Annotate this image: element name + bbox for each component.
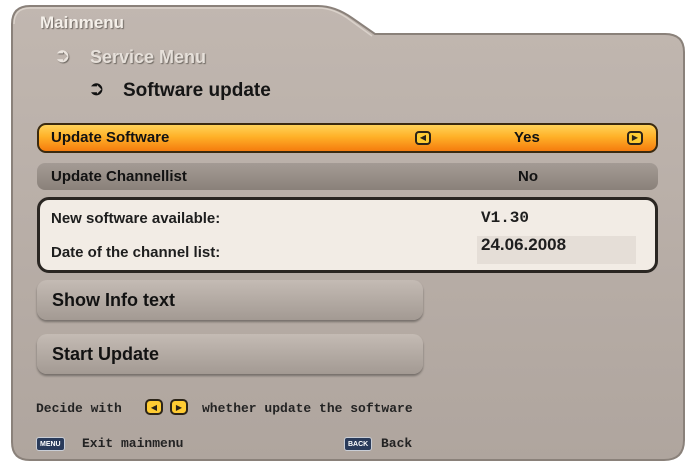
breadcrumb-mainmenu: Mainmenu [40,13,125,32]
hint-prefix: Decide with [36,401,122,416]
back-label: Back [381,436,413,451]
left-arrow-key-icon[interactable]: ◀ [415,131,431,145]
show-info-label: Show Info text [52,289,175,310]
software-version: V1.30 [481,209,530,227]
software-label: New software available: [51,210,221,227]
start-update-button[interactable]: Start Update [37,334,423,374]
right-arrow-key-icon: ▶ [170,399,188,415]
return-arrow-icon: ➲ [88,78,105,100]
show-info-button[interactable]: Show Info text [37,280,423,320]
back-key-icon[interactable]: BACK [344,437,373,451]
hint-suffix: whether update the software [202,401,413,416]
option-value: Yes [514,129,540,146]
left-arrow-key-icon: ◀ [145,399,163,415]
start-update-label: Start Update [52,343,160,364]
date-value: 24.06.2008 [481,235,567,254]
date-label: Date of the channel list: [51,244,221,261]
option-label: Update Software [51,129,170,146]
page-title: Software update [123,80,271,101]
option-value: No [518,168,538,185]
menu-key-icon[interactable]: MENU [36,437,65,451]
return-arrow-icon: ➲ [54,45,71,67]
exit-mainmenu-label: Exit mainmenu [82,436,184,451]
option-label: Update Channellist [51,168,187,185]
breadcrumb-service-menu: Service Menu [90,47,207,67]
right-arrow-key-icon[interactable]: ▶ [627,131,643,145]
